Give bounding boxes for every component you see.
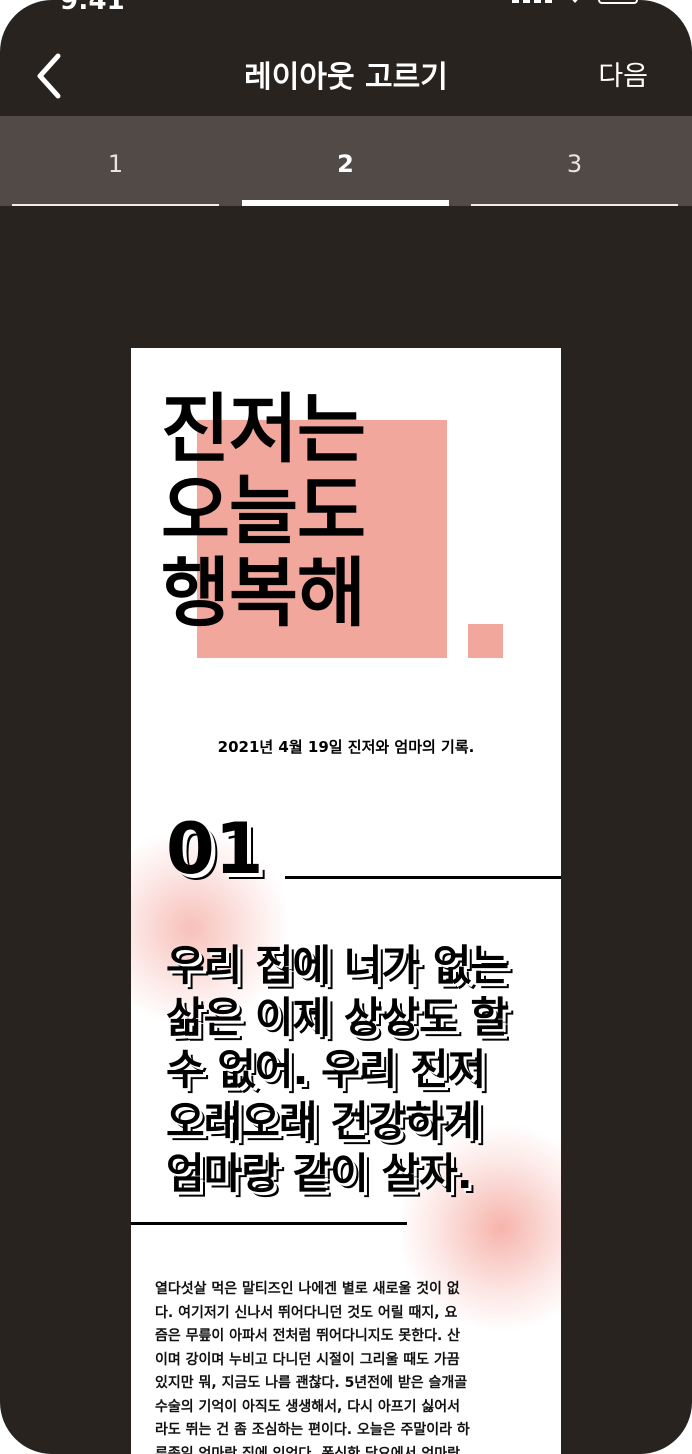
body-line: 라도 뛰는 건 좀 조심하는 편이다. 오늘은 주말이라 하 — [155, 1422, 470, 1438]
quote-line: 엄마랑 같이 살자. — [166, 1149, 473, 1198]
accent-square — [468, 624, 503, 658]
record-date: 2021년 4월 19일 진저와 엄마의 기록. — [217, 738, 475, 756]
tab-underline-active — [242, 200, 449, 206]
page-title: 레이아웃 고르기 — [244, 60, 448, 95]
tab-layout-2[interactable]: 2 — [242, 116, 449, 206]
wifi-icon — [566, 0, 584, 3]
signal-icon — [512, 0, 552, 3]
next-button[interactable]: 다음 — [598, 54, 648, 93]
body-paragraph: 열다섯살 먹은 말티즈인 나에겐 별로 새로울 것이 없 다. 여기저기 신나서… — [155, 1278, 545, 1454]
quote-line: 삶은 이제 상상도 할 — [166, 993, 509, 1042]
tab-layout-1[interactable]: 1 — [12, 116, 219, 206]
body-line: 수술의 기억이 아직도 생생해서, 다시 아프기 싫어서 — [155, 1398, 461, 1415]
body-line: 다. 여기저기 신나서 뛰어다니던 것도 어릴 때지, 요 — [155, 1304, 458, 1321]
title-line: 행복해 — [161, 549, 366, 637]
body-line: 즘은 무릎이 아파서 전처럼 뛰어다니지도 못한다. 산 — [155, 1328, 461, 1344]
tab-underline — [471, 204, 678, 206]
layout-preview[interactable]: 진저는 오늘도 행복해 2021년 4월 19일 진저와 엄마의 기록. 01 … — [131, 348, 561, 1454]
section-number: 01 — [166, 808, 264, 890]
tab-label: 3 — [566, 150, 583, 178]
tab-label: 1 — [107, 150, 124, 178]
app-screen: 9:41 레이아웃 고르기 다음 1 2 3 진저는 오늘도 행복해 2021년… — [0, 0, 692, 1454]
body-line: 열다섯살 먹은 말티즈인 나에겐 별로 새로울 것이 없 — [155, 1281, 460, 1297]
tab-underline — [12, 204, 219, 206]
layout-tabs: 1 2 3 — [0, 116, 692, 206]
battery-icon — [598, 0, 638, 4]
tab-layout-3[interactable]: 3 — [471, 116, 678, 206]
quote-line: 오래오래 건강하게 — [166, 1097, 482, 1146]
top-nav-bar: 레이아웃 고르기 다음 — [0, 30, 692, 116]
body-line: 루종일 엄마랑 집에 있었다. 폭신한 담요에서 엄마랑 — [155, 1445, 461, 1454]
quote-line: 수 없어. 우리 진저 — [166, 1045, 486, 1094]
status-bar: 9:41 — [0, 0, 692, 20]
divider — [131, 1222, 407, 1225]
body-line: 이며 강이며 누비고 다니던 시절이 그리울 때도 가끔 — [155, 1351, 460, 1368]
preview-title: 진저는 오늘도 행복해 — [161, 388, 461, 634]
body-line: 있지만 뭐, 지금도 나름 괜찮다. 5년전에 받은 슬개골 — [155, 1375, 468, 1391]
quote-line: 우리 집에 너가 없는 — [166, 941, 509, 990]
title-line: 진저는 — [161, 385, 366, 473]
tab-label: 2 — [337, 150, 354, 178]
title-line: 오늘도 — [161, 467, 366, 555]
status-time: 9:41 — [60, 0, 125, 16]
status-icons — [512, 0, 638, 4]
quote-text: 우리 집에 너가 없는 삶은 이제 상상도 할 수 없어. 우리 진저 오래오래… — [166, 940, 546, 1200]
divider — [285, 876, 561, 879]
